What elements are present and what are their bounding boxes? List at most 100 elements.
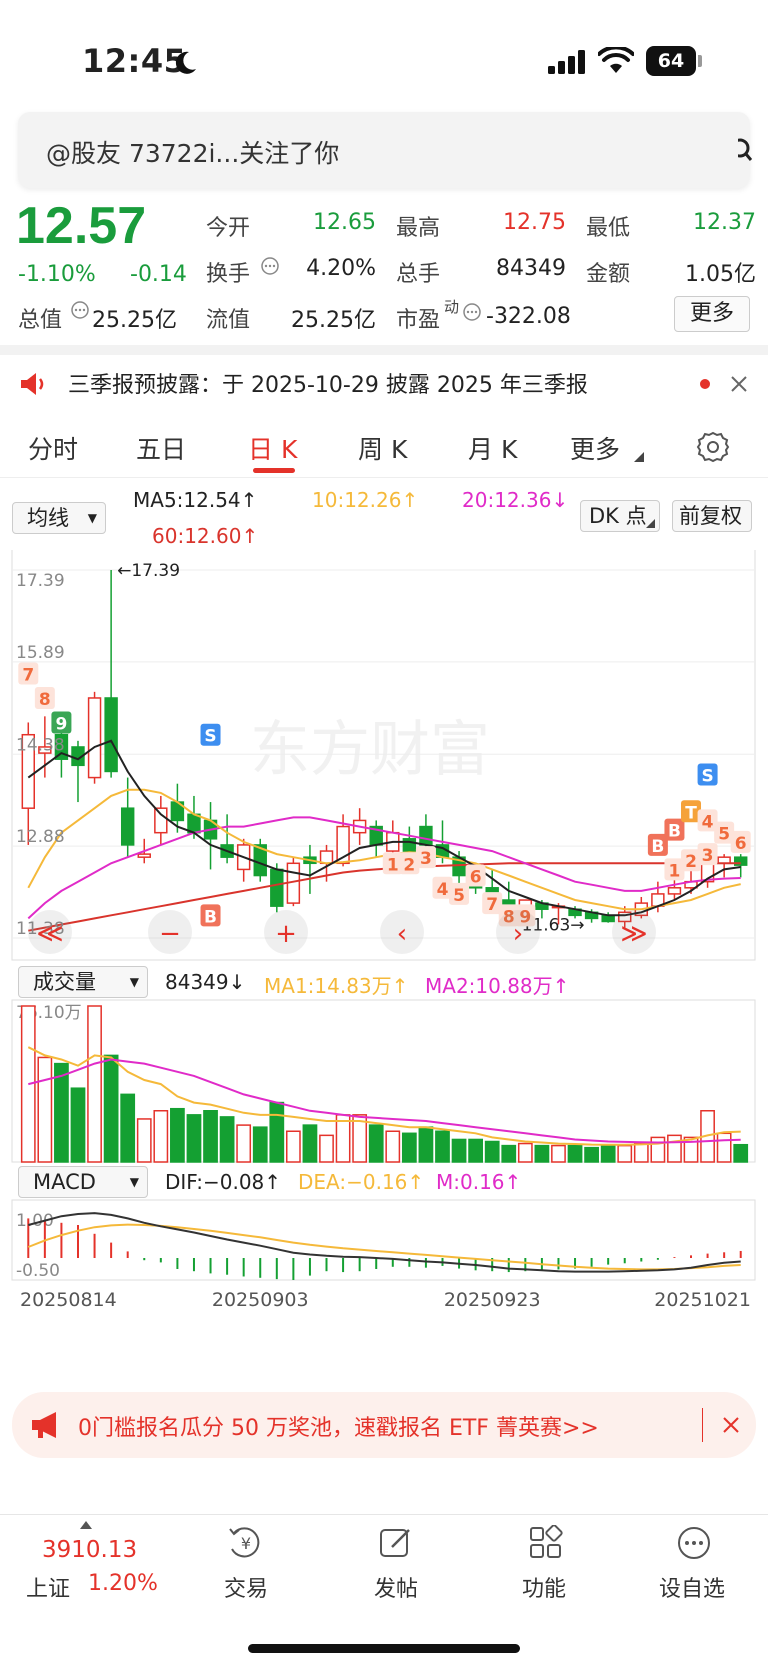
close-icon[interactable] [730, 375, 748, 393]
nav-trade-label[interactable]: 交易 [196, 1571, 296, 1603]
promo-divider [702, 1408, 703, 1442]
status-time: 12:45 [82, 42, 187, 80]
candle-body [87, 697, 102, 779]
kline-chart[interactable]: 东方财富 17.3915.8914.3812.8811.38←17.3911.6… [0, 550, 768, 1380]
more-button[interactable]: 更多 [674, 296, 750, 332]
volume-bar [733, 1143, 749, 1163]
signal-label: 4 [437, 880, 449, 900]
signal-label: 5 [453, 886, 465, 906]
amount-value: 1.05亿 [685, 262, 756, 287]
indicator-select[interactable]: 均线 ▼ [12, 502, 106, 534]
volume-ma1-readout: MA1:14.83万↑ [264, 974, 409, 998]
amount-label: 金额 [586, 262, 631, 287]
trade-icon[interactable]: ¥ [226, 1525, 266, 1561]
chevron-down-icon: ▼ [129, 1175, 139, 1189]
promo-banner[interactable]: 0门槛报名瓜分 50 万奖池，速戳报名 ETF 菁英赛>> [12, 1392, 756, 1458]
volume-bar [37, 1056, 53, 1163]
tab-more[interactable]: 更多 [570, 430, 620, 466]
low-value: 12.37 [693, 210, 756, 235]
chart-nav-zoom-out-label: − [159, 919, 181, 949]
volume-bar [551, 1144, 566, 1163]
active-tab-indicator [253, 468, 295, 473]
notification-text: @股友 73722i...关注了你 [46, 139, 340, 168]
macd-indicator-select[interactable]: MACD ▼ [18, 1166, 148, 1198]
info-dots-icon[interactable] [260, 256, 280, 276]
volume-bar [103, 1054, 119, 1163]
macd-select-label: MACD [33, 1170, 96, 1194]
tab-five-day[interactable]: 五日 [136, 430, 186, 466]
info-dots-icon[interactable] [462, 302, 482, 322]
candle-body [154, 807, 168, 834]
nav-function-label[interactable]: 功能 [494, 1571, 594, 1603]
volume-bar [385, 1130, 401, 1163]
volume-bar [650, 1136, 666, 1163]
tab-monthly-k[interactable]: 月 K [468, 430, 517, 466]
volume-bar [501, 1144, 517, 1163]
volume-bar [186, 1114, 202, 1163]
signal-label: 4 [702, 812, 714, 832]
indicator-select-label: 均线 [27, 506, 69, 530]
volume-bar [236, 1124, 252, 1163]
volume-bar [418, 1126, 434, 1163]
volume-bar [319, 1134, 334, 1163]
signal-label: 2 [685, 852, 697, 872]
dk-button[interactable]: DK 点 [580, 500, 660, 532]
tab-intraday[interactable]: 分时 [28, 430, 78, 466]
adjust-button[interactable]: 前复权 [672, 500, 752, 532]
follow-notification[interactable]: @股友 73722i...关注了你 [18, 112, 752, 188]
macd-dif-line [28, 1212, 741, 1273]
volume-bar [567, 1144, 583, 1163]
announcement-bar[interactable]: 三季报预披露：于 2025-10-29 披露 2025 年三季报 [0, 355, 768, 413]
ma60-readout: 60:12.60↑ [152, 524, 259, 548]
index-name[interactable]: 上证 [26, 1571, 70, 1603]
volume-readout: 84349↓ [165, 970, 246, 994]
low-label: 最低 [586, 216, 631, 241]
candle-body [137, 853, 151, 858]
more-dots-icon[interactable] [676, 1525, 712, 1561]
gear-icon[interactable] [696, 430, 730, 464]
index-value[interactable]: 3910.13 [42, 1537, 137, 1563]
volume-bar [219, 1116, 235, 1163]
wifi-icon [598, 47, 634, 73]
nav-post-label[interactable]: 发帖 [346, 1571, 446, 1603]
tab-daily-k[interactable]: 日 K [248, 430, 297, 466]
pe-value: -322.08 [486, 304, 571, 329]
date-axis-label: 20251021 [654, 1289, 751, 1311]
function-grid-icon[interactable] [528, 1525, 564, 1561]
nav-add-watchlist-label[interactable]: 设自选 [642, 1571, 742, 1603]
price-tick-label: 12.88 [16, 827, 65, 847]
turnover-label: 换手 [206, 262, 251, 287]
signal-label: 1 [387, 855, 399, 875]
info-dots-icon[interactable] [70, 300, 90, 320]
mktcap-value: 25.25亿 [92, 308, 177, 333]
signal-label: B [668, 822, 681, 842]
megaphone-icon [32, 1412, 56, 1438]
volume-indicator-select[interactable]: 成交量 ▼ [18, 966, 148, 998]
ma20-readout: 20:12.36↓ [462, 488, 569, 512]
volume-bar [584, 1146, 599, 1163]
volume-value: 84349 [496, 256, 566, 281]
macd-dea-line [27, 1223, 741, 1271]
signal-label: B [204, 907, 217, 927]
volume-bar [136, 1118, 152, 1163]
search-icon[interactable] [738, 138, 752, 164]
signal-label: 7 [22, 665, 34, 685]
signal-label: 3 [702, 846, 714, 866]
macd-panel-frame [11, 1199, 756, 1281]
volume-bar [120, 1093, 136, 1163]
index-change[interactable]: 1.20% [88, 1571, 158, 1596]
macd-dif-readout: DIF:−0.08↑ [165, 1170, 282, 1194]
chart-nav-last-label: ≫ [620, 919, 647, 949]
volume-ma2-readout: MA2:10.88万↑ [425, 974, 570, 998]
volume-select-label: 成交量 [33, 970, 96, 994]
candle-body [187, 813, 201, 834]
high-value: 12.75 [503, 210, 566, 235]
tab-weekly-k[interactable]: 周 K [358, 430, 407, 466]
post-icon[interactable] [378, 1525, 414, 1561]
battery-icon: 64 [646, 46, 696, 76]
signal-label: 5 [718, 825, 730, 845]
volume-bar [252, 1126, 268, 1163]
close-icon[interactable] [722, 1416, 740, 1434]
volume-bar [302, 1124, 318, 1163]
float-value: 25.25亿 [291, 308, 376, 333]
